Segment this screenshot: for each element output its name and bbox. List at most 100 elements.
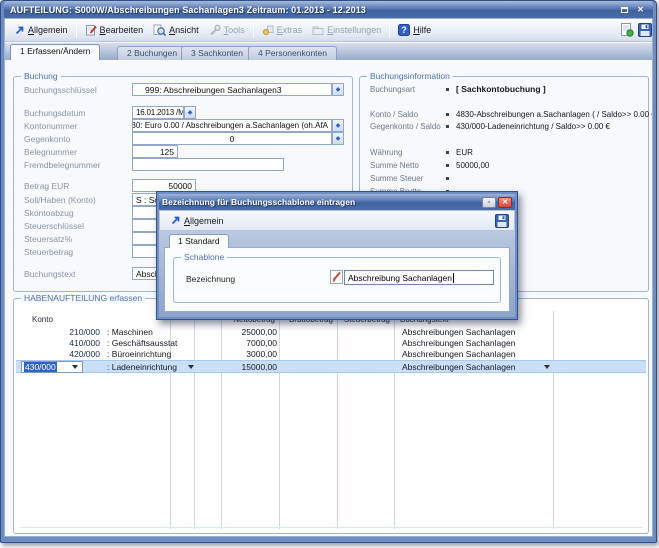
menu-hilfe[interactable]: ? Hilfe xyxy=(393,21,436,39)
restore-icon[interactable] xyxy=(618,4,631,15)
habenaufteilung-grid: HABENAUFTEILUNG erfassen Konto Nettobetr… xyxy=(13,298,649,534)
menu-separator xyxy=(253,23,254,38)
menu-bar: Allgemein Bearbeiten Ansicht Tools Extra… xyxy=(5,19,653,42)
text-cursor xyxy=(453,273,454,283)
dialog-body: 1 Standard Schablone Bezeichnung Abschre… xyxy=(159,231,515,317)
dialog-minimize-icon[interactable]: ▫ xyxy=(482,197,496,208)
cell-buchungstext: Abschreibungen Sachanlagen xyxy=(402,327,515,337)
dialog-save-button[interactable] xyxy=(495,214,509,228)
tab-strip: 1 Erfassen/Ändern 2 Buchungen 3 Sachkont… xyxy=(5,43,653,60)
grid-row[interactable]: 210/000 : Maschinen 25000,00 Abschreibun… xyxy=(16,327,646,338)
cell-nettobetrag: 25000,00 xyxy=(216,327,277,337)
tab-sachkonten[interactable]: 3 Sachkonten xyxy=(181,46,253,60)
summe-steuer-label: Summe Steuer xyxy=(370,174,423,183)
dialog-menu-allgemein[interactable]: Allgemein xyxy=(165,212,229,230)
buchungsdatum-dropdown-icon[interactable]: ◆ xyxy=(184,106,196,119)
cell-buchungstext: Abschreibungen Sachanlagen xyxy=(402,349,515,359)
cell-kontoname: : Büroeinrichtung xyxy=(107,349,171,359)
grid-row-selected[interactable]: 430/000 : Ladeneinrichtung 15000,00 Absc… xyxy=(16,360,646,373)
arrow-ne-icon xyxy=(14,25,25,36)
grid-row[interactable]: 420/000 : Büroeinrichtung 3000,00 Abschr… xyxy=(16,349,646,360)
buchungsdatum-field[interactable]: 16.01.2013 /Mi xyxy=(132,106,184,119)
save-button[interactable] xyxy=(638,23,652,37)
close-icon[interactable]: ✕ xyxy=(634,4,647,15)
title-bar[interactable]: AUFTEILUNG: S000W/Abschreibungen Sachanl… xyxy=(4,1,653,18)
tab-buchungen[interactable]: 2 Buchungen xyxy=(117,46,187,60)
belegnummer-field[interactable]: 125 xyxy=(132,145,178,158)
sollhaben-label: Soll/Haben (Konto) xyxy=(24,195,96,205)
schablone-group-label: Schablone xyxy=(181,252,227,262)
tab-personenkonten[interactable]: 4 Personenkonten xyxy=(248,46,337,60)
menu-allgemein[interactable]: Allgemein xyxy=(9,21,73,39)
bezeichnung-label: Bezeichnung xyxy=(186,274,235,284)
kontonummer-field[interactable]: 4830: Euro 0.00 / Abschreibungen a.Sacha… xyxy=(132,119,332,132)
magnifier-icon xyxy=(153,24,166,36)
dialog-close-icon[interactable]: ✕ xyxy=(498,197,512,208)
bullet-icon xyxy=(446,177,449,180)
gegenkonto-saldo-value: 430/000-Ladeneinrichtung / Saldo>> 0.00 … xyxy=(456,122,610,131)
extras-icon xyxy=(262,24,274,36)
gegenkonto-saldo-label: Gegenkonto / Saldo xyxy=(370,122,441,131)
konto-saldo-value: 4830-Abschreibungen a.Sachanlagen ( / Sa… xyxy=(456,110,653,119)
edit-icon xyxy=(85,24,97,36)
waehrung-value: EUR xyxy=(456,148,473,157)
waehrung-label: Währung xyxy=(370,148,402,157)
schablone-dialog: Bezeichnung für Buchungsschablone eintra… xyxy=(156,191,518,320)
buchungsart-label: Buchungsart xyxy=(370,85,415,94)
bullet-icon xyxy=(446,125,449,128)
menu-einstellungen[interactable]: Einstellungen xyxy=(307,21,386,39)
cell-konto: 420/000 xyxy=(32,349,100,359)
buchungsschluessel-field[interactable]: 999: Abschreibungen Sachanlagen3 xyxy=(132,83,332,96)
buchungstext-label: Buchungstext xyxy=(24,269,76,279)
cell-buchungstext: Abschreibungen Sachanlagen xyxy=(402,338,515,348)
dropdown-arrow-icon[interactable] xyxy=(72,365,78,369)
edit-pencil-button[interactable] xyxy=(330,270,343,284)
kontonummer-dropdown-icon[interactable]: ◆ xyxy=(332,119,344,132)
dialog-title-bar[interactable]: Bezeichnung für Buchungsschablone eintra… xyxy=(159,194,515,210)
dropdown-arrow-icon[interactable] xyxy=(544,365,550,369)
cell-buchungstext: Abschreibungen Sachanlagen xyxy=(402,362,515,372)
grid-header-konto: Konto xyxy=(32,315,53,324)
bezeichnung-value: Abschreibung Sachanlagen xyxy=(348,273,452,283)
cell-kontoname: : Ladeneinrichtung xyxy=(107,362,177,372)
save-floppy-icon xyxy=(638,23,652,37)
cell-nettobetrag: 3000,00 xyxy=(216,349,277,359)
save-floppy-icon xyxy=(495,214,509,228)
new-document-button[interactable] xyxy=(620,23,634,37)
menu-ansicht[interactable]: Ansicht xyxy=(148,21,204,39)
menu-tools[interactable]: Tools xyxy=(204,21,250,39)
tab-erfassen-aendern[interactable]: 1 Erfassen/Ändern xyxy=(10,44,100,60)
cell-nettobetrag: 15000,00 xyxy=(216,362,277,372)
gegenkonto-field[interactable]: 0 xyxy=(132,132,332,145)
steuersatz-label: Steuersatz% xyxy=(24,234,72,244)
grid-row[interactable]: 410/000 : Geschäftsausstat 7000,00 Absch… xyxy=(16,338,646,349)
help-icon: ? xyxy=(398,24,410,36)
menu-separator xyxy=(389,23,390,38)
bezeichnung-input[interactable]: Abschreibung Sachanlagen xyxy=(344,270,494,285)
dialog-title: Bezeichnung für Buchungsschablone eintra… xyxy=(162,197,480,207)
belegnummer-label: Belegnummer xyxy=(24,147,77,157)
gegenkonto-dropdown-icon[interactable]: ◆ xyxy=(332,132,344,145)
habenaufteilung-group-label: HABENAUFTEILUNG erfassen xyxy=(21,293,145,303)
buchungsschluessel-dropdown-icon[interactable]: ◆ xyxy=(332,83,344,96)
edit-pencil-icon xyxy=(330,270,343,284)
menu-bearbeiten[interactable]: Bearbeiten xyxy=(80,21,149,39)
dialog-tab-standard[interactable]: 1 Standard xyxy=(169,234,229,248)
bullet-icon xyxy=(446,113,449,116)
dialog-toolbar: Allgemein xyxy=(159,210,515,231)
buchungsschluessel-label: Buchungsschlüssel xyxy=(24,85,97,95)
fremdbelegnummer-field[interactable] xyxy=(132,158,284,171)
dropdown-arrow-icon[interactable] xyxy=(188,365,194,369)
buchungsart-value: [ Sachkontobuchung ] xyxy=(456,84,546,94)
app-window: AUFTEILUNG: S000W/Abschreibungen Sachanl… xyxy=(0,0,657,543)
bullet-icon xyxy=(446,88,449,91)
buchungsinformation-group-label: Buchungsinformation xyxy=(367,71,453,81)
buchung-group-label: Buchung xyxy=(21,71,61,81)
skontoabzug-label: Skontoabzug xyxy=(24,208,74,218)
fremdbelegnummer-label: Fremdbelegnummer xyxy=(24,160,101,170)
svg-text:?: ? xyxy=(401,25,407,35)
bullet-icon xyxy=(446,151,449,154)
summe-netto-label: Summe Netto xyxy=(370,161,419,170)
cell-konto: 410/000 xyxy=(32,338,100,348)
menu-extras[interactable]: Extras xyxy=(257,21,308,39)
